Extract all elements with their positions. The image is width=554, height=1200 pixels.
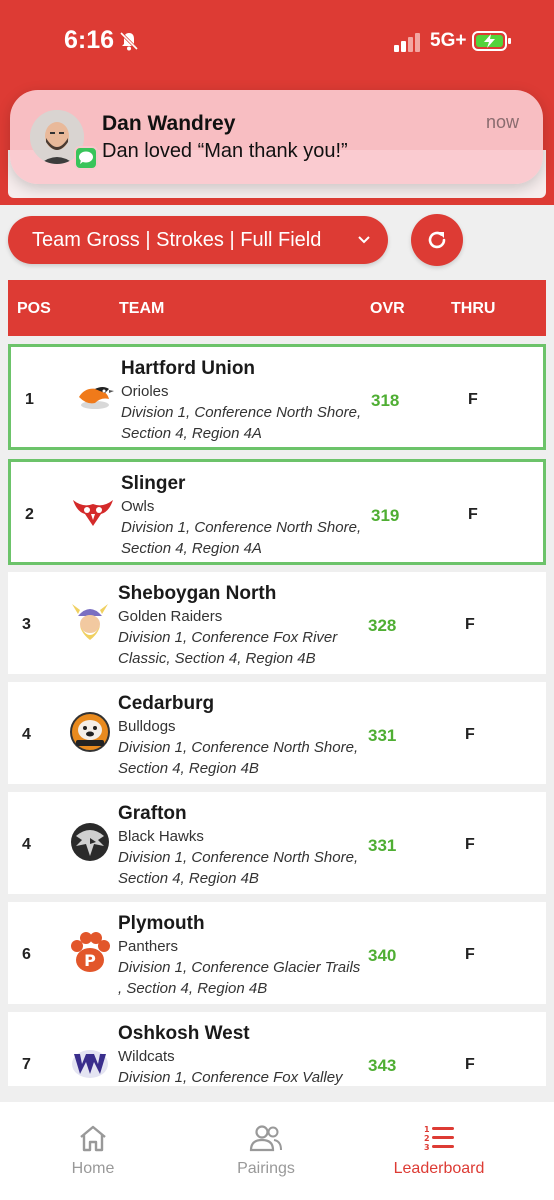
- overall-score: 328: [368, 616, 397, 635]
- hawk-logo-icon: [71, 823, 109, 861]
- row-position: 2: [25, 506, 34, 523]
- svg-text:2: 2: [424, 1134, 430, 1143]
- leaderboard-header: POS TEAM OVR THRU: [8, 280, 546, 336]
- bottom-navigation: Home Pairings 1 2 3 Leaderboard: [0, 1102, 554, 1200]
- nav-home-label: Home: [71, 1160, 115, 1177]
- team-mascot: Bulldogs: [118, 718, 176, 735]
- team-division-info: Division 1, Conference North Shore, Sect…: [118, 849, 359, 887]
- bulldog-logo-icon: [70, 712, 110, 752]
- overall-score: 340: [368, 946, 397, 965]
- row-position: 1: [25, 391, 34, 408]
- column-header-thru[interactable]: THRU: [451, 300, 495, 318]
- table-row[interactable]: 4 Cedarburg Bulldogs Division 1, Confere…: [8, 682, 546, 784]
- holes-thru: F: [465, 616, 475, 633]
- team-name[interactable]: Oshkosh West: [118, 1022, 366, 1046]
- holes-thru: F: [465, 726, 475, 743]
- cellular-signal-icon: [394, 33, 420, 52]
- column-header-team[interactable]: TEAM: [119, 300, 164, 318]
- team-mascot: Black Hawks: [118, 828, 204, 845]
- oriole-logo-icon: [79, 387, 114, 409]
- team-mascot: Owls: [121, 498, 155, 515]
- battery-charging-icon: [472, 31, 511, 51]
- notification-message: Dan loved “Man thank you!”: [102, 140, 348, 162]
- refresh-button[interactable]: [411, 214, 463, 266]
- svg-text:3: 3: [424, 1143, 430, 1152]
- team-name[interactable]: Plymouth: [118, 912, 366, 936]
- team-division-info: Division 1, Conference North Shore, Sect…: [118, 739, 359, 777]
- nav-leaderboard-label: Leaderboard: [393, 1160, 485, 1177]
- filter-label: Team Gross | Strokes | Full Field: [32, 228, 322, 251]
- holes-thru: F: [465, 836, 475, 853]
- overall-score: 331: [368, 726, 397, 745]
- team-name[interactable]: Cedarburg: [118, 692, 366, 716]
- holes-thru: F: [465, 946, 475, 963]
- team-info: Slinger Owls Division 1, Conference Nort…: [121, 472, 369, 559]
- chevron-down-icon: [358, 236, 370, 244]
- bell-slash-icon: [119, 31, 139, 51]
- team-name[interactable]: Slinger: [121, 472, 369, 496]
- team-division-info: Division 1, Conference Glacier Trails , …: [118, 959, 361, 997]
- leaderboard-list[interactable]: 1 Hartford Union Orioles Division 1, Con…: [0, 340, 554, 1086]
- nav-leaderboard[interactable]: 1 2 3 Leaderboard: [364, 1124, 514, 1178]
- scoring-filter-dropdown[interactable]: Team Gross | Strokes | Full Field: [8, 216, 388, 264]
- table-row[interactable]: 6 P Plymouth Panthers Division 1, Confer…: [8, 902, 546, 1004]
- team-mascot: Wildcats: [118, 1048, 175, 1065]
- messages-app-icon: [74, 146, 98, 170]
- holes-thru: F: [468, 391, 478, 408]
- team-mascot: Panthers: [118, 938, 179, 955]
- overall-score: 331: [368, 836, 397, 855]
- team-name[interactable]: Grafton: [118, 802, 366, 826]
- table-row[interactable]: 2 Slinger Owls Division 1, Conference No…: [8, 459, 546, 565]
- nav-pairings[interactable]: Pairings: [191, 1124, 341, 1178]
- team-mascot: Orioles: [121, 383, 169, 400]
- wildcat-logo-icon: [72, 1050, 108, 1078]
- column-header-pos[interactable]: POS: [17, 300, 51, 318]
- notification-time: now: [485, 112, 519, 132]
- team-division-info: Division 1, Conference North Shore, Sect…: [121, 404, 362, 442]
- overall-score: 343: [368, 1056, 397, 1075]
- svg-text:1: 1: [424, 1125, 430, 1134]
- holes-thru: F: [468, 506, 478, 523]
- team-division-info: Division 1, Conference North Shore, Sect…: [121, 519, 362, 557]
- status-bar: 6:16 5G+: [0, 0, 554, 80]
- ranked-list-icon: 1 2 3: [424, 1125, 454, 1152]
- team-info: Oshkosh West Wildcats Division 1, Confer…: [118, 1022, 366, 1086]
- team-name[interactable]: Sheboygan North: [118, 582, 366, 606]
- home-icon: [80, 1125, 106, 1152]
- status-time: 6:16: [64, 26, 115, 54]
- overall-score: 319: [371, 506, 400, 525]
- nav-home[interactable]: Home: [18, 1124, 168, 1178]
- message-notification[interactable]: Dan Wandrey Dan loved “Man thank you!” n…: [10, 90, 543, 184]
- panther-paw-logo-icon: P: [71, 932, 110, 972]
- team-info: Cedarburg Bulldogs Division 1, Conferenc…: [118, 692, 366, 779]
- team-info: Sheboygan North Golden Raiders Division …: [118, 582, 366, 669]
- team-mascot: Golden Raiders: [118, 608, 223, 625]
- team-info: Grafton Black Hawks Division 1, Conferen…: [118, 802, 366, 889]
- team-name[interactable]: Hartford Union: [121, 357, 369, 381]
- overall-score: 318: [371, 391, 400, 410]
- nav-pairings-label: Pairings: [237, 1160, 295, 1177]
- team-info: Plymouth Panthers Division 1, Conference…: [118, 912, 366, 999]
- table-row[interactable]: 7 Oshkosh West Wildcats Division 1, Conf…: [8, 1012, 546, 1086]
- network-type: 5G+: [430, 30, 467, 51]
- team-division-info: Division 1, Conference Fox Valley: [118, 1069, 343, 1086]
- row-position: 4: [22, 836, 31, 853]
- holes-thru: F: [465, 1056, 475, 1073]
- svg-text:P: P: [84, 951, 96, 970]
- owl-logo-icon: [73, 500, 113, 526]
- refresh-icon: [428, 231, 446, 249]
- table-row[interactable]: 3 Sheboygan North Golden Raiders Divisio…: [8, 572, 546, 674]
- row-position: 3: [22, 616, 31, 633]
- people-icon: [249, 1125, 282, 1152]
- row-position: 4: [22, 726, 31, 743]
- row-position: 6: [22, 946, 31, 963]
- team-division-info: Division 1, Conference Fox River Classic…: [118, 629, 338, 667]
- column-header-ovr[interactable]: OVR: [370, 300, 405, 318]
- notification-sender: Dan Wandrey: [102, 112, 236, 135]
- table-row[interactable]: 4 Grafton Black Hawks Division 1, Confer…: [8, 792, 546, 894]
- row-position: 7: [22, 1056, 31, 1073]
- team-info: Hartford Union Orioles Division 1, Confe…: [121, 357, 369, 444]
- table-row[interactable]: 1 Hartford Union Orioles Division 1, Con…: [8, 344, 546, 450]
- raider-logo-icon: [72, 604, 108, 640]
